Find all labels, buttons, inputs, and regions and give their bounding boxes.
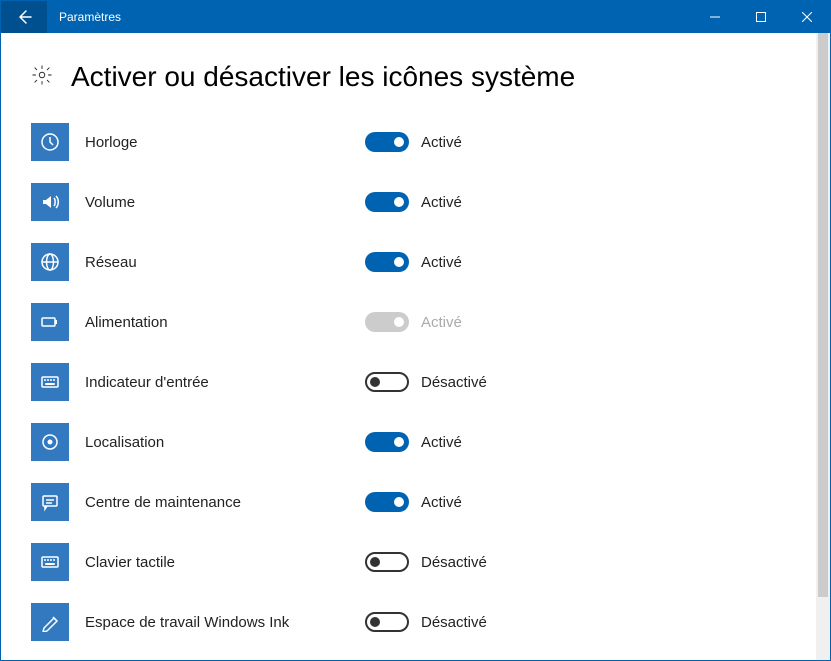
- page-title: Activer ou désactiver les icônes système: [71, 61, 575, 93]
- toggle-state-label: Activé: [421, 494, 462, 511]
- toggle-wrap: Activé: [365, 192, 462, 212]
- toggle-wrap: Activé: [365, 132, 462, 152]
- toggle-state-label: Désactivé: [421, 554, 487, 571]
- globe-icon: [31, 243, 69, 281]
- close-icon: [802, 12, 812, 22]
- option-row-actioncenter: Centre de maintenance Activé: [31, 483, 800, 521]
- toggle-wrap: Désactivé: [365, 552, 487, 572]
- option-row-ink: Espace de travail Windows Ink Désactivé: [31, 603, 800, 641]
- toggle-clock[interactable]: [365, 132, 409, 152]
- keyboard-icon: [31, 363, 69, 401]
- titlebar: Paramètres: [1, 1, 830, 33]
- pen-icon: [31, 603, 69, 641]
- volume-icon: [31, 183, 69, 221]
- option-row-clock: Horloge Activé: [31, 123, 800, 161]
- toggle-state-label: Activé: [421, 254, 462, 271]
- back-button[interactable]: [1, 1, 47, 33]
- window-title: Paramètres: [47, 1, 121, 33]
- toggle-wrap: Activé: [365, 252, 462, 272]
- minimize-button[interactable]: [692, 1, 738, 33]
- toggle-state-label: Activé: [421, 314, 462, 331]
- back-arrow-icon: [16, 9, 32, 25]
- toggle-wrap: Activé: [365, 432, 462, 452]
- toggle-actioncenter[interactable]: [365, 492, 409, 512]
- option-row-volume: Volume Activé: [31, 183, 800, 221]
- toggle-volume[interactable]: [365, 192, 409, 212]
- clock-icon: [31, 123, 69, 161]
- toggle-input[interactable]: [365, 372, 409, 392]
- toggle-wrap: Désactivé: [365, 372, 487, 392]
- toggle-wrap: Activé: [365, 312, 462, 332]
- option-row-location: Localisation Activé: [31, 423, 800, 461]
- option-label: Volume: [69, 194, 365, 211]
- keyboard-icon: [31, 543, 69, 581]
- option-label: Horloge: [69, 134, 365, 151]
- option-row-network: Réseau Activé: [31, 243, 800, 281]
- option-label: Espace de travail Windows Ink: [69, 614, 365, 631]
- toggle-state-label: Désactivé: [421, 374, 487, 391]
- option-row-power: Alimentation Activé: [31, 303, 800, 341]
- message-icon: [31, 483, 69, 521]
- toggle-wrap: Activé: [365, 492, 462, 512]
- option-row-touchkbd: Clavier tactile Désactivé: [31, 543, 800, 581]
- minimize-icon: [710, 12, 720, 22]
- close-button[interactable]: [784, 1, 830, 33]
- option-label: Réseau: [69, 254, 365, 271]
- target-icon: [31, 423, 69, 461]
- toggle-state-label: Activé: [421, 194, 462, 211]
- settings-window: Paramètres Activer ou désactiver les icô…: [0, 0, 831, 661]
- toggle-touchkbd[interactable]: [365, 552, 409, 572]
- scrollbar-thumb[interactable]: [818, 33, 828, 597]
- page-header: Activer ou désactiver les icônes système: [31, 61, 800, 93]
- gear-icon: [31, 64, 53, 91]
- battery-icon: [31, 303, 69, 341]
- content-area: Activer ou désactiver les icônes système…: [1, 33, 830, 660]
- option-row-input: Indicateur d'entrée Désactivé: [31, 363, 800, 401]
- toggle-state-label: Activé: [421, 134, 462, 151]
- options-list: HorlogeActivéVolumeActivéRéseauActivéAli…: [31, 123, 800, 641]
- toggle-state-label: Désactivé: [421, 614, 487, 631]
- toggle-state-label: Activé: [421, 434, 462, 451]
- maximize-button[interactable]: [738, 1, 784, 33]
- scrollbar[interactable]: [816, 33, 830, 660]
- toggle-ink[interactable]: [365, 612, 409, 632]
- option-label: Centre de maintenance: [69, 494, 365, 511]
- maximize-icon: [756, 12, 766, 22]
- toggle-power: [365, 312, 409, 332]
- option-label: Indicateur d'entrée: [69, 374, 365, 391]
- option-label: Alimentation: [69, 314, 365, 331]
- toggle-location[interactable]: [365, 432, 409, 452]
- option-label: Clavier tactile: [69, 554, 365, 571]
- option-label: Localisation: [69, 434, 365, 451]
- toggle-wrap: Désactivé: [365, 612, 487, 632]
- toggle-network[interactable]: [365, 252, 409, 272]
